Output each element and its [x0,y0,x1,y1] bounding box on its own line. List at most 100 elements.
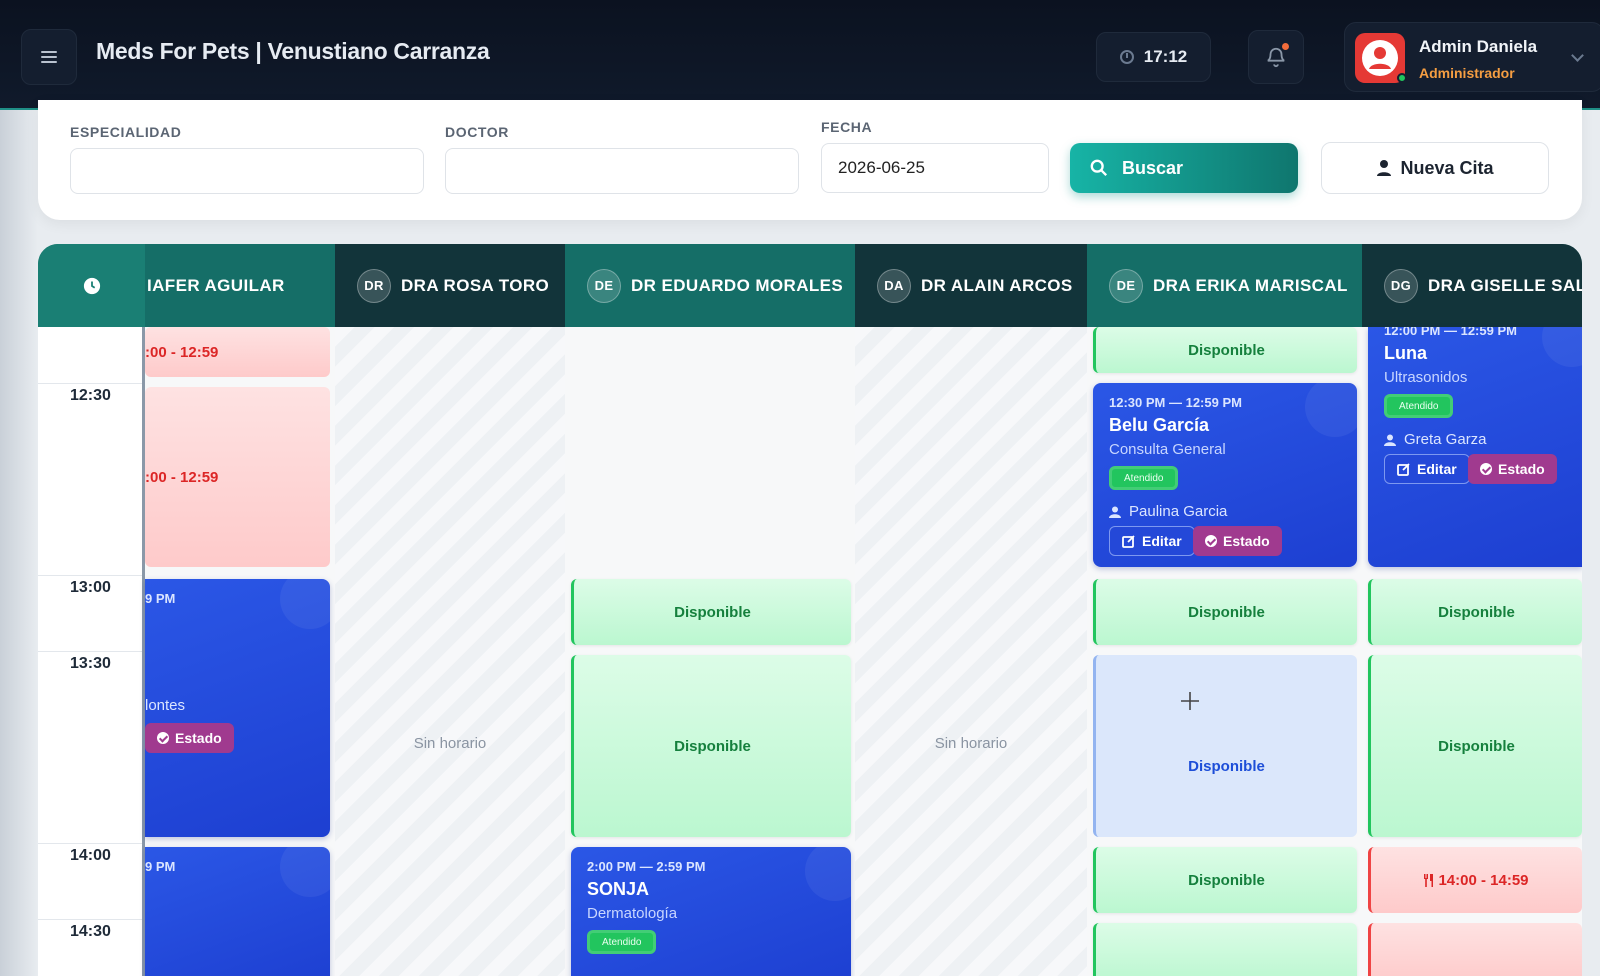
menu-button[interactable] [21,29,77,85]
column-name: DR ALAIN ARCOS [921,275,1073,295]
time-divider [38,575,142,576]
app-title: Meds For Pets | Venustiano Carranza [96,38,490,64]
column-name: IAFER AGUILAR [147,275,285,295]
appointment-card[interactable]: 12:30 PM — 12:59 PM Belu García Consulta… [1093,383,1357,567]
nueva-cita-label: Nueva Cita [1400,157,1494,178]
editar-label: Editar [1417,461,1457,477]
card-decoration [1305,383,1357,437]
doctor-select[interactable] [445,148,799,194]
time-divider [38,919,142,920]
available-slot[interactable]: Disponible [1093,327,1357,373]
status-badge: Atendido [587,930,657,954]
edit-icon [1122,535,1135,548]
user-menu[interactable]: Admin Daniela Administrador [1344,22,1600,92]
service-name: Ultrasonidos [1384,369,1468,386]
card-decoration [805,847,851,901]
blocked-slot[interactable]: 14:00 - 14:59 [1368,847,1582,913]
column-alain-arcos: Sin horario [855,327,1087,976]
fecha-input[interactable] [821,143,1049,193]
appointment-card[interactable]: 12:00 PM — 12:59 PM Luna Ultrasonidos At… [1368,327,1582,567]
status-badge: Atendido [1384,394,1454,418]
estado-label: Estado [1498,461,1545,477]
available-slot[interactable]: Disponible [1368,655,1582,837]
clock-icon [1119,50,1134,64]
appointment-card[interactable]: 9 PM lontes Estado [145,579,330,837]
time-column: 12:30 13:00 13:30 14:00 14:30 [38,327,145,976]
schedule-header: IAFER AGUILAR DR DRA ROSA TORO DE DR EDU… [38,244,1582,327]
schedule-grid: IAFER AGUILAR DR DRA ROSA TORO DE DR EDU… [38,244,1582,976]
available-slot[interactable]: Disponible [1093,847,1357,913]
buscar-button[interactable]: Buscar [1070,143,1298,193]
available-label: Disponible [1188,341,1265,359]
estado-label: Estado [1223,533,1270,549]
utensils-icon [1424,873,1434,887]
available-slot[interactable]: Disponible [571,655,851,837]
user-doctor-icon [1377,160,1392,176]
time-label: 12:30 [70,387,111,404]
appointment-owner: Paulina Garcia [1109,503,1227,520]
status-badge: Atendido [1109,466,1179,490]
estado-button[interactable]: Estado [1468,454,1557,484]
available-label: Disponible [674,737,751,755]
especialidad-label: ESPECIALIDAD [70,124,182,140]
available-label: Disponible [1188,603,1265,621]
schedule-body: 12:30 13:00 13:30 14:00 14:30 :00 - 12:5… [38,327,1582,976]
column-rosa-toro: Sin horario [335,327,565,976]
online-status-dot [1397,73,1407,83]
hamburger-icon [41,51,57,63]
available-slot[interactable]: Disponible [571,579,851,645]
nueva-cita-button[interactable]: Nueva Cita [1321,142,1549,194]
especialidad-select[interactable] [70,148,424,194]
time-label: 13:00 [70,579,111,596]
check-circle-icon [1480,463,1492,475]
user-name: Admin Daniela [1419,37,1538,56]
blocked-time: 14:00 - 14:59 [1438,871,1529,889]
doctor-initials: DE [587,268,621,303]
column-header-erika-mariscal: DE DRA ERIKA MARISCAL [1087,244,1362,327]
notifications-button[interactable] [1248,30,1304,84]
column-header-eduardo-morales: DE DR EDUARDO MORALES [565,244,855,327]
appointment-time: 9 PM [145,859,176,874]
available-slot[interactable]: Disponible [1093,579,1357,645]
card-decoration [280,579,330,629]
time-divider [38,651,142,652]
appointment-time: 2:00 PM — 2:59 PM [587,859,706,874]
blocked-time: :00 - 12:59 [145,343,219,361]
appointment-owner: Greta Garza [1384,431,1487,448]
estado-button[interactable]: Estado [1193,526,1282,556]
time-column-header [38,244,145,327]
appointment-card[interactable]: 2:00 PM — 2:59 PM SONJA Dermatología Ate… [571,847,851,976]
blocked-slot[interactable] [1368,923,1582,976]
editar-button[interactable]: Editar [1109,526,1195,556]
doctor-initials: DG [1384,268,1418,303]
blocked-time: :00 - 12:59 [145,468,219,486]
column-header-rosa-toro: DR DRA ROSA TORO [335,244,565,327]
user-icon [1384,434,1396,446]
available-slot[interactable]: Disponible [1368,579,1582,645]
available-slot[interactable] [1093,923,1357,976]
available-label: Disponible [1188,757,1265,775]
no-schedule-label: Sin horario [934,735,1008,752]
doctor-label: DOCTOR [445,124,510,140]
appointment-time: 12:00 PM — 12:59 PM [1384,327,1517,338]
doctor-initials: DR [357,268,391,303]
owner-name: Paulina Garcia [1129,503,1228,520]
available-slot-hovered[interactable]: Disponible [1093,655,1357,837]
editar-button[interactable]: Editar [1384,454,1470,484]
available-label: Disponible [674,603,751,621]
fecha-label: FECHA [821,119,873,135]
available-label: Disponible [1188,871,1265,889]
service-name: Dermatología [587,905,678,922]
patient-name: Luna [1384,343,1427,363]
blocked-slot[interactable]: :00 - 12:59 [145,387,330,567]
check-circle-icon [157,732,169,744]
time-divider [38,843,142,844]
clock-icon [83,277,100,294]
blocked-slot[interactable]: :00 - 12:59 [145,327,330,377]
user-role: Administrador [1419,65,1515,81]
appointment-card[interactable]: 9 PM [145,847,330,976]
estado-button[interactable]: Estado [145,723,234,753]
no-schedule-label: Sin horario [413,735,487,752]
appointment-time: 9 PM [145,591,176,606]
time-label: 14:30 [70,923,111,940]
